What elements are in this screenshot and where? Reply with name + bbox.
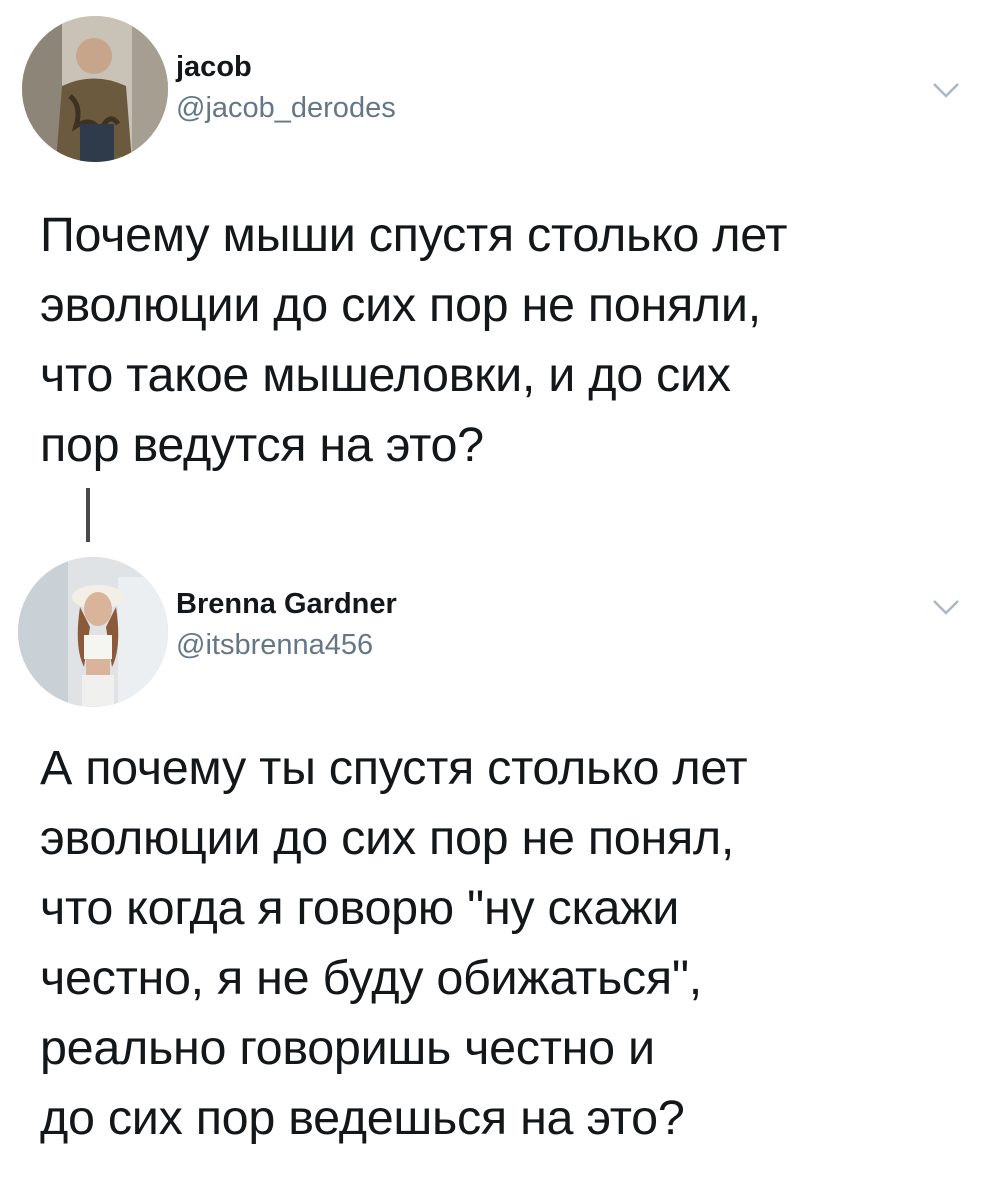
tweet-brenna: Brenna Gardner @itsbrenna456 А почему ты… bbox=[0, 545, 1005, 1200]
thread-connector bbox=[86, 488, 90, 542]
handle[interactable]: @jacob_derodes bbox=[176, 90, 396, 126]
tweet-text: Почему мыши спустя столько лет эволюции … bbox=[40, 208, 788, 472]
avatar[interactable] bbox=[18, 557, 168, 707]
handle[interactable]: @itsbrenna456 bbox=[176, 627, 397, 663]
chevron-down-icon[interactable] bbox=[931, 597, 961, 617]
user-info: jacob @jacob_derodes bbox=[176, 50, 396, 126]
avatar-photo-icon bbox=[18, 557, 168, 707]
chevron-down-icon[interactable] bbox=[931, 80, 961, 100]
tweet-text: А почему ты спустя столько лет эволюции … bbox=[40, 741, 748, 1145]
display-name[interactable]: Brenna Gardner bbox=[176, 587, 397, 621]
avatar-photo-icon bbox=[22, 16, 168, 162]
tweet-jacob: jacob @jacob_derodes Почему мыши спустя … bbox=[0, 0, 1005, 510]
avatar[interactable] bbox=[22, 16, 168, 162]
user-info: Brenna Gardner @itsbrenna456 bbox=[176, 587, 397, 663]
display-name[interactable]: jacob bbox=[176, 50, 396, 84]
